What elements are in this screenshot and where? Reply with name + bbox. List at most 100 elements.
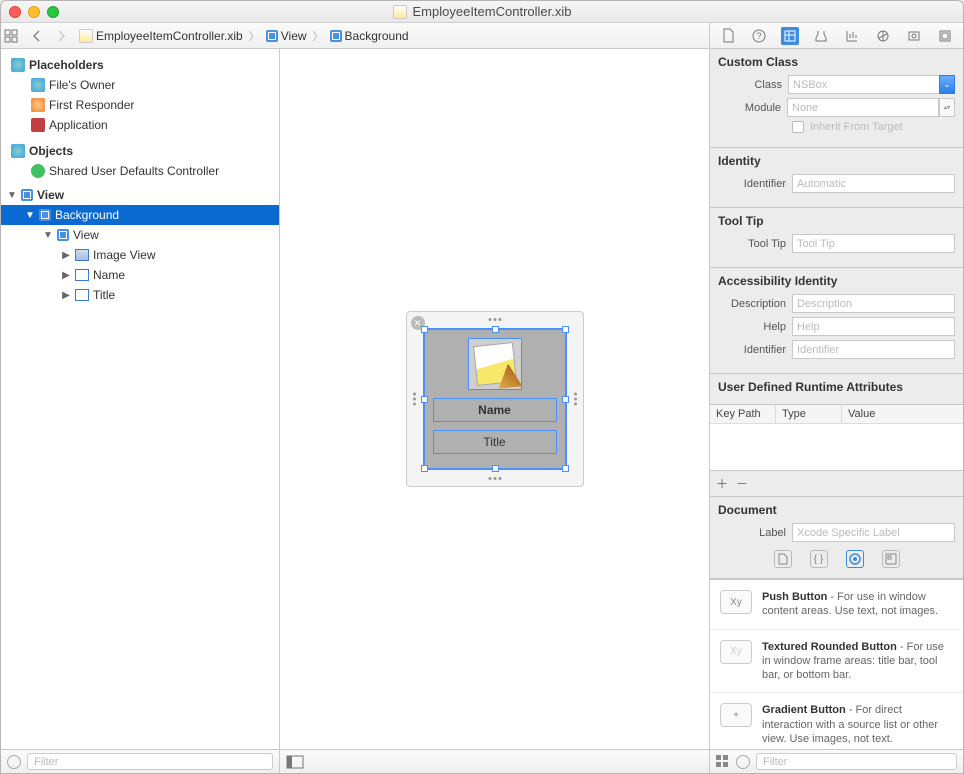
title-text-field[interactable]: Title bbox=[433, 430, 557, 454]
resize-handle[interactable] bbox=[492, 465, 499, 472]
col-type[interactable]: Type bbox=[776, 405, 842, 423]
identity-inspector-tab[interactable] bbox=[781, 27, 799, 45]
media-library-tab[interactable] bbox=[882, 550, 900, 568]
disclosure-triangle[interactable]: ▼ bbox=[7, 190, 17, 201]
xcode-window: EmployeeItemController.xib EmployeeItemC… bbox=[0, 0, 964, 774]
object-library-tab[interactable] bbox=[846, 550, 864, 568]
drag-dots-icon bbox=[574, 393, 577, 406]
ax-description-input[interactable] bbox=[792, 294, 955, 313]
col-keypath[interactable]: Key Path bbox=[710, 405, 776, 423]
grid-view-icon[interactable] bbox=[716, 755, 730, 769]
resize-handle[interactable] bbox=[492, 326, 499, 333]
outline-filter-input[interactable] bbox=[27, 753, 273, 770]
filter-icon[interactable] bbox=[736, 755, 750, 769]
nav-forward-button[interactable] bbox=[51, 26, 71, 46]
col-value[interactable]: Value bbox=[842, 405, 963, 423]
remove-runtime-attr-button[interactable]: － bbox=[736, 475, 748, 492]
library-item-push-button[interactable]: Xy Push Button - For use in window conte… bbox=[710, 580, 963, 630]
file-inspector-tab[interactable] bbox=[719, 27, 737, 45]
doc-label-input[interactable] bbox=[792, 523, 955, 542]
resize-handle[interactable] bbox=[562, 465, 569, 472]
disclosure-triangle[interactable]: ▶ bbox=[61, 270, 71, 281]
section-header: User Defined Runtime Attributes bbox=[710, 374, 963, 398]
app-icon bbox=[31, 118, 45, 132]
attributes-inspector-tab[interactable] bbox=[812, 27, 830, 45]
window-zoom-button[interactable] bbox=[47, 6, 59, 18]
object-library[interactable]: Xy Push Button - For use in window conte… bbox=[710, 579, 963, 749]
outline-tree[interactable]: Placeholders File's Owner First Responde… bbox=[1, 49, 279, 749]
view-row[interactable]: ▼View bbox=[1, 185, 279, 205]
document-outline: Placeholders File's Owner First Responde… bbox=[1, 49, 280, 773]
shared-defaults-row[interactable]: Shared User Defaults Controller bbox=[1, 161, 279, 181]
class-combo-input[interactable] bbox=[788, 75, 939, 94]
ax-identifier-input[interactable] bbox=[792, 340, 955, 359]
related-items-button[interactable] bbox=[1, 26, 21, 46]
disclosure-triangle[interactable]: ▶ bbox=[61, 250, 71, 261]
runtime-attrs-section: User Defined Runtime Attributes Key Path… bbox=[710, 374, 963, 497]
identity-section: Identity Identifier bbox=[710, 148, 963, 208]
title-field-row[interactable]: ▶Title bbox=[1, 285, 279, 305]
name-field-row[interactable]: ▶Name bbox=[1, 265, 279, 285]
xib-file-icon bbox=[393, 5, 407, 19]
runtime-table-body[interactable] bbox=[710, 424, 963, 470]
image-view-row[interactable]: ▶Image View bbox=[1, 245, 279, 265]
window-minimize-button[interactable] bbox=[28, 6, 40, 18]
inner-view-row[interactable]: ▼View bbox=[1, 225, 279, 245]
ax-help-input[interactable] bbox=[792, 317, 955, 336]
help-inspector-tab[interactable]: ? bbox=[750, 27, 768, 45]
library-item-textured-button[interactable]: Xy Textured Rounded Button - For use in … bbox=[710, 630, 963, 694]
class-combo-button[interactable]: ⌄ bbox=[939, 75, 955, 94]
module-select[interactable] bbox=[787, 98, 939, 117]
crumb-file[interactable]: EmployeeItemController.xib bbox=[77, 29, 245, 43]
identifier-input[interactable] bbox=[792, 174, 955, 193]
library-item-text: Push Button - For use in window content … bbox=[762, 590, 953, 619]
image-view-element[interactable] bbox=[468, 338, 522, 390]
effects-inspector-tab[interactable] bbox=[936, 27, 954, 45]
application-row[interactable]: Application bbox=[1, 115, 279, 135]
module-chevron-icon[interactable]: ▴▾ bbox=[939, 98, 955, 117]
name-text-field[interactable]: Name bbox=[433, 398, 557, 422]
objects-header: Objects bbox=[1, 141, 279, 161]
disclosure-triangle[interactable]: ▼ bbox=[25, 210, 35, 221]
section-header: Custom Class bbox=[718, 55, 955, 69]
resize-handle[interactable] bbox=[562, 396, 569, 403]
background-row[interactable]: ▼Background bbox=[1, 205, 279, 225]
ax-identifier-label: Identifier bbox=[718, 344, 786, 356]
box-icon bbox=[39, 209, 51, 221]
gradient-button-thumb: + bbox=[720, 703, 752, 727]
resize-handle[interactable] bbox=[421, 465, 428, 472]
section-header: Identity bbox=[718, 154, 955, 168]
add-runtime-attr-button[interactable]: ＋ bbox=[716, 475, 728, 492]
connections-inspector-tab[interactable] bbox=[874, 27, 892, 45]
resize-handle[interactable] bbox=[421, 326, 428, 333]
cube-icon bbox=[11, 144, 25, 158]
crumb-background[interactable]: Background bbox=[328, 29, 411, 43]
ax-description-label: Description bbox=[718, 298, 786, 310]
crumb-label: EmployeeItemController.xib bbox=[96, 29, 243, 43]
files-owner-row[interactable]: File's Owner bbox=[1, 75, 279, 95]
disclosure-triangle[interactable]: ▼ bbox=[43, 230, 53, 241]
file-template-tab[interactable] bbox=[774, 550, 792, 568]
bindings-inspector-tab[interactable] bbox=[905, 27, 923, 45]
box-icon bbox=[330, 30, 342, 42]
code-snippet-tab[interactable]: { } bbox=[810, 550, 828, 568]
canvas[interactable]: ✕ bbox=[280, 49, 709, 773]
filter-icon[interactable] bbox=[7, 755, 21, 769]
selected-nsbox[interactable]: Name Title bbox=[423, 328, 567, 470]
disclosure-triangle[interactable]: ▶ bbox=[61, 290, 71, 301]
toggle-outline-button[interactable] bbox=[286, 755, 304, 769]
resize-handle[interactable] bbox=[562, 326, 569, 333]
resize-handle[interactable] bbox=[421, 396, 428, 403]
inherit-target-checkbox[interactable] bbox=[792, 121, 804, 133]
nav-back-button[interactable] bbox=[27, 26, 47, 46]
accessibility-section: Accessibility Identity Description Help … bbox=[710, 268, 963, 374]
size-inspector-tab[interactable] bbox=[843, 27, 861, 45]
tooltip-input[interactable] bbox=[792, 234, 955, 253]
library-item-gradient-button[interactable]: + Gradient Button - For direct interacti… bbox=[710, 693, 963, 749]
window-close-button[interactable] bbox=[9, 6, 21, 18]
first-responder-row[interactable]: First Responder bbox=[1, 95, 279, 115]
library-filter-input[interactable] bbox=[756, 753, 957, 770]
view-icon bbox=[21, 189, 33, 201]
crumb-view[interactable]: View bbox=[264, 29, 309, 43]
design-top-view[interactable]: ✕ bbox=[406, 311, 584, 487]
